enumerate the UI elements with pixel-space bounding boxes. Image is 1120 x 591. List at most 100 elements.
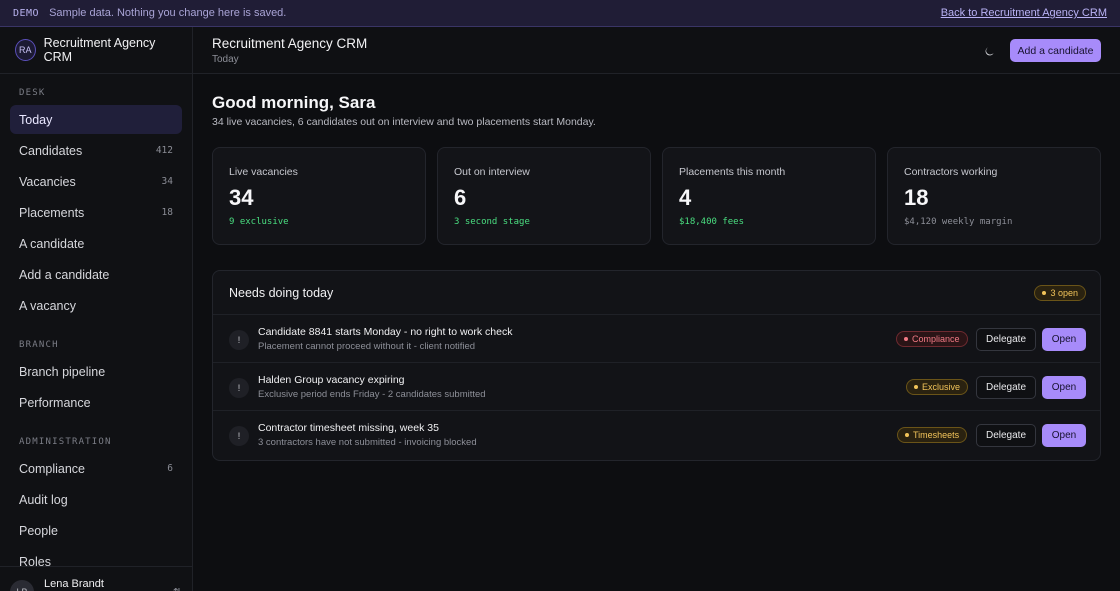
- sidebar-item-count: 34: [161, 176, 173, 187]
- sidebar-item-label: Add a candidate: [19, 267, 110, 282]
- brand[interactable]: RA Recruitment Agency CRM: [0, 27, 192, 74]
- sidebar-item-label: Placements: [19, 205, 85, 220]
- stat-label: Contractors working: [904, 166, 998, 178]
- stat-value: 6: [454, 185, 467, 210]
- stat-label: Placements this month: [679, 166, 786, 178]
- section-label-desk: DESK: [19, 88, 46, 98]
- sidebar-item-count: 18: [161, 207, 173, 218]
- panel-title: Needs doing today: [229, 286, 334, 300]
- stat-value: 34: [229, 185, 254, 210]
- page-subtitle: Today: [212, 54, 239, 65]
- sidebar-item-add-candidate[interactable]: Add a candidate: [10, 260, 182, 289]
- sidebar-item-label: People: [19, 523, 58, 538]
- app-name: Recruitment Agency CRM: [43, 36, 156, 64]
- top-bar: Recruitment Agency CRM Today Add a candi…: [193, 27, 1120, 74]
- user-menu[interactable]: LB Lena Brandt ⇅: [0, 566, 192, 591]
- add-candidate-button[interactable]: Add a candidate: [1010, 39, 1101, 62]
- task-detail: Exclusive period ends Friday - 2 candida…: [258, 389, 486, 400]
- sidebar-item-label: A vacancy: [19, 298, 76, 313]
- sidebar-item-count: 412: [155, 145, 173, 156]
- sidebar-item-label: Candidates: [19, 143, 83, 158]
- sidebar-item-candidates[interactable]: Candidates 412: [10, 136, 182, 165]
- task-tag: Exclusive: [906, 379, 969, 395]
- sidebar-item-label: Branch pipeline: [19, 364, 106, 379]
- sidebar-item-a-vacancy[interactable]: A vacancy: [10, 291, 182, 320]
- sidebar: RA Recruitment Agency CRM DESK Today Can…: [0, 27, 193, 591]
- stat-note: 9 exclusive: [229, 217, 289, 227]
- sidebar-item-people[interactable]: People: [10, 516, 182, 545]
- moon-icon: [985, 46, 994, 55]
- sidebar-item-today[interactable]: Today: [10, 105, 182, 134]
- sidebar-item-vacancies[interactable]: Vacancies 34: [10, 167, 182, 196]
- stat-card-contractors-working[interactable]: Contractors working 18 $4,120 weekly mar…: [887, 147, 1101, 245]
- task-row[interactable]: ! Contractor timesheet missing, week 35 …: [213, 411, 1100, 459]
- sidebar-item-label: Vacancies: [19, 174, 76, 189]
- demo-tag: DEMO: [13, 7, 40, 19]
- stat-note: $18,400 fees: [679, 217, 745, 227]
- task-row[interactable]: ! Candidate 8841 starts Monday - no righ…: [213, 315, 1100, 363]
- sidebar-item-label: Today: [19, 112, 53, 127]
- task-tag: Timesheets: [897, 427, 968, 443]
- alert-icon: !: [229, 378, 249, 398]
- stat-note: 3 second stage: [454, 217, 530, 227]
- sidebar-item-label: Audit log: [19, 492, 68, 507]
- stat-card-live-vacancies[interactable]: Live vacancies 34 9 exclusive: [212, 147, 426, 245]
- task-title: Candidate 8841 starts Monday - no right …: [258, 326, 513, 338]
- task-title: Halden Group vacancy expiring: [258, 374, 405, 386]
- sidebar-item-compliance[interactable]: Compliance 6: [10, 454, 182, 483]
- theme-toggle[interactable]: [980, 42, 998, 60]
- open-button[interactable]: Open: [1042, 376, 1086, 399]
- demo-message: Sample data. Nothing you change here is …: [49, 7, 287, 19]
- sidebar-item-label: A candidate: [19, 236, 85, 251]
- stat-label: Live vacancies: [229, 166, 298, 178]
- stat-value: 4: [679, 185, 692, 210]
- section-label-branch: BRANCH: [19, 340, 59, 350]
- stat-value: 18: [904, 185, 929, 210]
- avatar: LB: [10, 580, 34, 591]
- task-tag-label: Timesheets: [913, 430, 960, 440]
- task-row[interactable]: ! Halden Group vacancy expiring Exclusiv…: [213, 363, 1100, 411]
- greeting: Good morning, Sara: [212, 93, 376, 112]
- sidebar-item-label: Performance: [19, 395, 91, 410]
- dot-icon: [904, 337, 908, 341]
- sidebar-item-audit-log[interactable]: Audit log: [10, 485, 182, 514]
- delegate-button[interactable]: Delegate: [976, 328, 1036, 351]
- task-tag: Compliance: [896, 331, 968, 347]
- stat-card-placements-this-month[interactable]: Placements this month 4 $18,400 fees: [662, 147, 876, 245]
- panel-header: Needs doing today 3 open: [213, 271, 1100, 315]
- open-button[interactable]: Open: [1042, 328, 1086, 351]
- delegate-button[interactable]: Delegate: [976, 424, 1036, 447]
- app-logo: RA: [15, 39, 36, 61]
- badge-label: 3 open: [1050, 288, 1078, 298]
- task-tag-label: Exclusive: [922, 382, 961, 392]
- alert-icon: !: [229, 426, 249, 446]
- stat-note: $4,120 weekly margin: [904, 217, 1013, 227]
- task-title: Contractor timesheet missing, week 35: [258, 422, 439, 434]
- sidebar-item-label: Compliance: [19, 461, 86, 476]
- needs-doing-panel: Needs doing today 3 open ! Candidate 884…: [212, 270, 1101, 461]
- alert-icon: !: [229, 330, 249, 350]
- dot-icon: [914, 385, 918, 389]
- main-content: Good morning, Sara 34 live vacancies, 6 …: [193, 74, 1120, 591]
- stat-label: Out on interview: [454, 166, 530, 178]
- summary-text: 34 live vacancies, 6 candidates out on i…: [212, 116, 596, 128]
- back-link[interactable]: Back to Recruitment Agency CRM: [941, 7, 1107, 19]
- sidebar-item-placements[interactable]: Placements 18: [10, 198, 182, 227]
- sidebar-item-count: 6: [167, 463, 173, 474]
- task-detail: Placement cannot proceed without it - cl…: [258, 341, 476, 352]
- demo-banner: DEMO Sample data. Nothing you change her…: [0, 0, 1120, 27]
- task-detail: 3 contractors have not submitted - invoi…: [258, 437, 477, 448]
- open-button[interactable]: Open: [1042, 424, 1086, 447]
- delegate-button[interactable]: Delegate: [976, 376, 1036, 399]
- dot-icon: [1042, 291, 1047, 295]
- sidebar-item-a-candidate[interactable]: A candidate: [10, 229, 182, 258]
- sidebar-item-performance[interactable]: Performance: [10, 388, 182, 417]
- user-name: Lena Brandt: [44, 578, 104, 590]
- section-label-administration: ADMINISTRATION: [19, 437, 112, 447]
- sidebar-item-branch-pipeline[interactable]: Branch pipeline: [10, 357, 182, 386]
- page-title: Recruitment Agency CRM: [212, 36, 368, 51]
- stat-card-out-on-interview[interactable]: Out on interview 6 3 second stage: [437, 147, 651, 245]
- status-badge: 3 open: [1034, 285, 1086, 301]
- dot-icon: [905, 433, 909, 437]
- swap-icon[interactable]: ⇅: [173, 586, 182, 591]
